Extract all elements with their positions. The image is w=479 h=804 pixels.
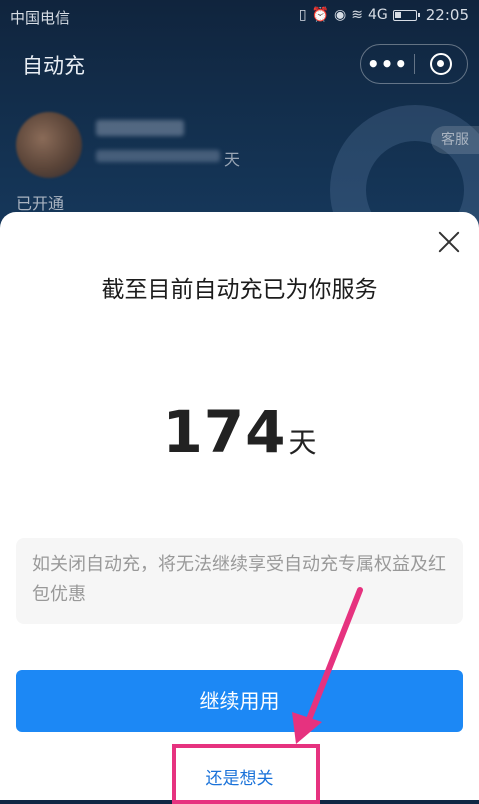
page-title: 自动充 [22,54,85,78]
annotation-highlight-box [172,744,320,804]
carrier-name: 中国电信 [10,9,71,27]
exit-icon [430,53,452,75]
close-icon[interactable] [437,230,461,254]
alarm-icon: ⏰ [311,7,330,23]
mini-program-capsule: ••• [360,44,468,84]
customer-service-button[interactable]: 客服 [431,126,479,154]
status-icons: ▯ ⏰ ◉ ≋ 4G 22:05 [299,6,469,24]
continue-button[interactable]: 继续用用 [16,670,463,732]
vibrate-icon: ▯ [298,7,307,23]
background-page [0,0,479,275]
blurred-info [96,150,220,162]
exit-button[interactable] [415,53,467,75]
blurred-username [96,120,184,136]
clock: 22:05 [425,6,469,24]
status-bar: 中国电信 ▯ ⏰ ◉ ≋ 4G 22:05 [0,0,479,32]
days-unit: 天 [288,426,317,459]
sheet-heading: 截至目前自动充已为你服务 [101,277,378,303]
more-button[interactable]: ••• [361,44,414,84]
days-count: 174 [162,398,287,466]
service-days: 174天 [0,398,479,466]
notice-box: 如关闭自动充，将无法继续享受自动充专属权益及红包优惠 [16,538,463,624]
background-day-unit: 天 [224,150,241,169]
signal-icon: 4G [368,7,388,23]
confirm-sheet: 截至目前自动充已为你服务 174天 如关闭自动充，将无法继续享受自动充专属权益及… [0,212,479,800]
avatar [16,112,82,178]
battery-icon [392,9,420,21]
activated-status: 已开通 [16,194,65,213]
eye-icon: ◉ [334,7,347,23]
wifi-icon: ≋ [351,7,363,23]
